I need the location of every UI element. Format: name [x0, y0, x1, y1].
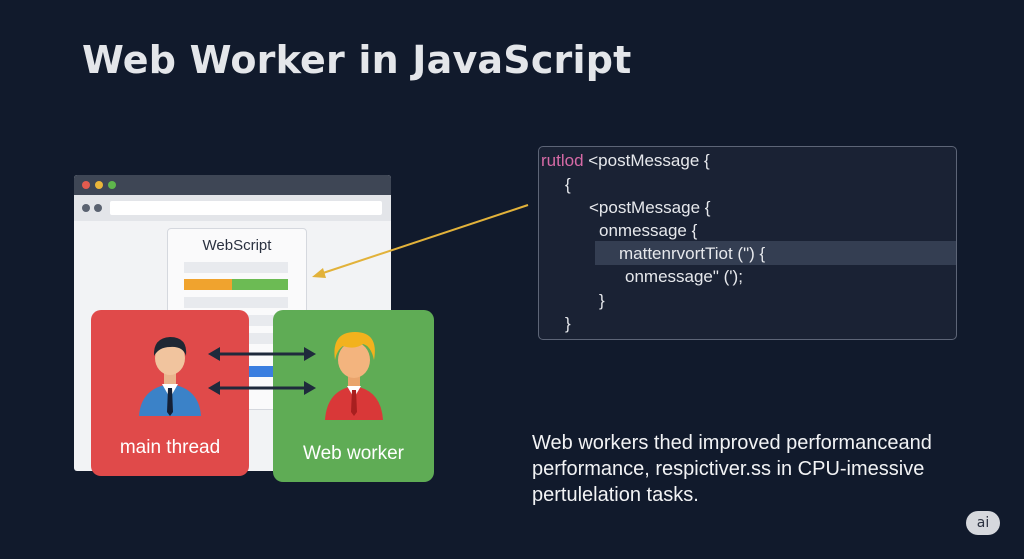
code-line-7: }	[599, 291, 605, 310]
pointer-arrow	[312, 204, 529, 278]
code-panel: rutlod <postMessage { { <postMessage { o…	[538, 146, 957, 340]
message-arrow-right	[208, 347, 316, 361]
code-line-6: onmessage" (');	[625, 267, 743, 286]
code-line-5: mattenrvortTiot (") {	[619, 244, 766, 263]
code-line-4: onmessage {	[599, 221, 698, 240]
description-text: Web workers thed improved performanceand…	[532, 432, 932, 506]
message-arrow-left	[208, 381, 316, 395]
code-line-8: }	[565, 314, 571, 333]
code-keyword: rutlod	[541, 151, 584, 170]
code-line-2: {	[565, 175, 571, 194]
ai-badge: ai	[966, 511, 1000, 535]
code-line-1: rutlod <postMessage {	[541, 151, 710, 170]
code-line-3: <postMessage {	[589, 198, 711, 217]
